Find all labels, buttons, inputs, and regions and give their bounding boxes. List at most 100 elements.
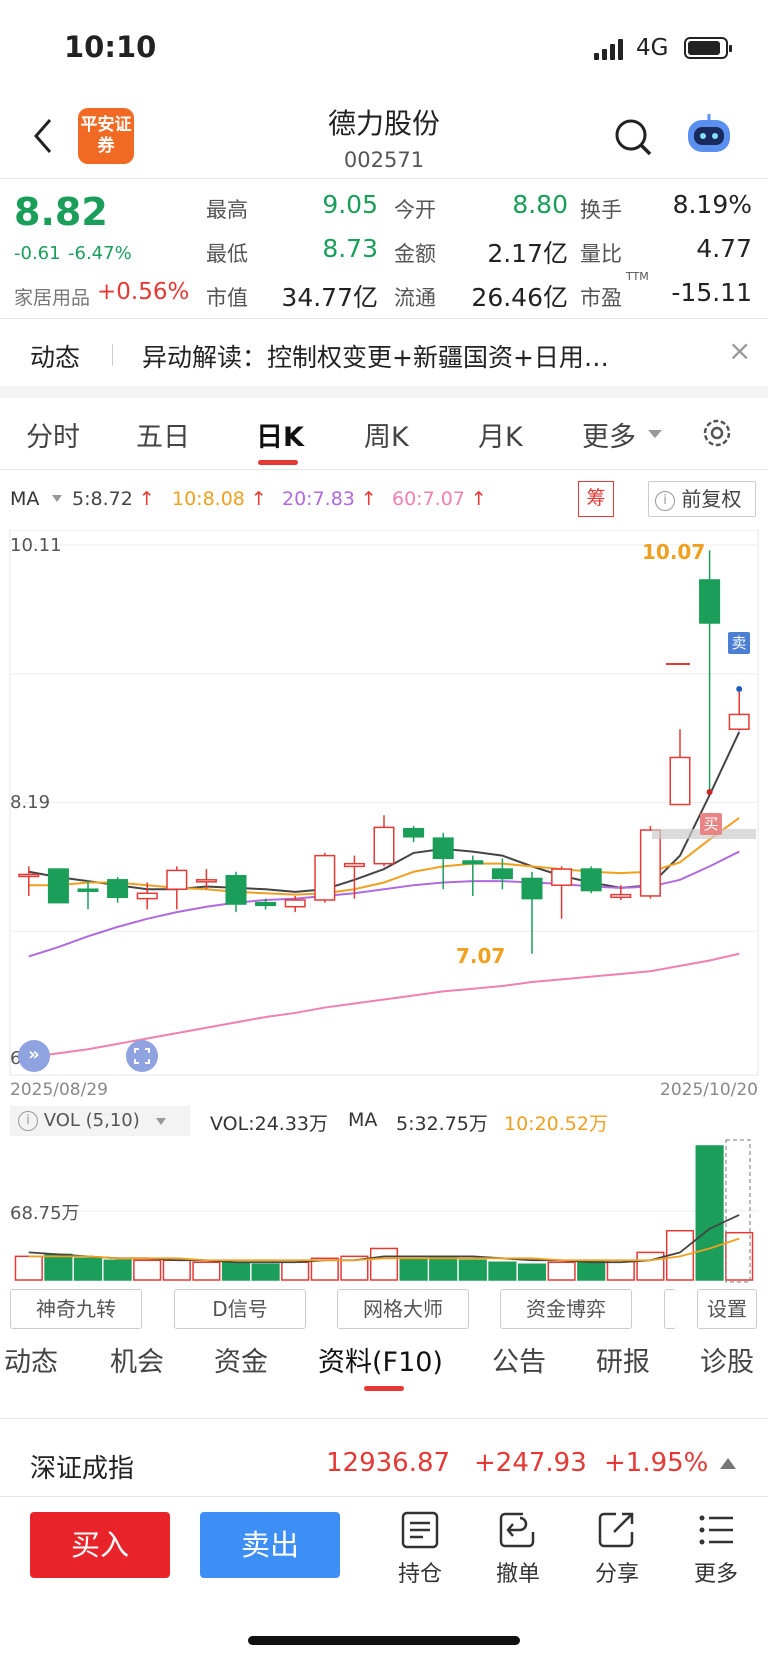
chevron-down-icon (648, 430, 662, 438)
volume-bar (73, 1257, 103, 1281)
ma20-line (28, 850, 740, 958)
trade-dot (706, 789, 713, 795)
value-low: 8.73 (322, 234, 378, 263)
sector-change[interactable]: +0.56% (97, 279, 189, 305)
chip-distribution-button[interactable]: 筹 (578, 481, 614, 517)
ma-dropdown-icon[interactable] (52, 495, 62, 502)
y-axis-mid: 8.19 (10, 792, 51, 813)
price-change-pct: -6.47% (68, 243, 132, 264)
tab-dynamics[interactable]: 动态 (4, 1340, 58, 1379)
bottom-tab-indicator (364, 1386, 404, 1391)
value-float-cap: 26.46亿 (471, 283, 568, 312)
tab-intraday[interactable]: 分时 (26, 415, 80, 454)
robot-assistant-icon[interactable] (684, 112, 734, 160)
ma-label[interactable]: MA (10, 488, 39, 510)
search-icon[interactable] (612, 116, 656, 160)
ma5-line (28, 731, 741, 893)
info-icon: i (18, 1111, 38, 1131)
date-end: 2025/10/20 (660, 1080, 758, 1100)
volume-bar (725, 1231, 754, 1281)
cancel-order-icon (499, 1512, 535, 1548)
volume-bar (636, 1251, 665, 1281)
news-text[interactable]: 异动解读：控制权变更+新疆国资+日用… (142, 338, 682, 374)
tab-funds[interactable]: 资金 (214, 1340, 268, 1379)
price-change: -0.61 (14, 243, 61, 264)
label-market-cap: 市值 (206, 286, 248, 310)
tools-settings-button[interactable]: 设置 (697, 1289, 757, 1329)
tab-weekly-k[interactable]: 周K (364, 415, 409, 454)
more-icon (699, 1515, 733, 1545)
share-icon (598, 1512, 634, 1548)
gear-icon[interactable] (698, 414, 736, 452)
volume-bar (517, 1263, 547, 1281)
news-close-icon[interactable]: × (728, 334, 751, 367)
tab-monthly-k[interactable]: 月K (478, 415, 523, 454)
value-open: 8.80 (512, 190, 568, 219)
tab-profile-f10[interactable]: 资料(F10) (318, 1340, 443, 1379)
info-icon: i (655, 490, 675, 511)
expand-chart-icon[interactable]: » (18, 1040, 50, 1072)
label-pe: 市盈 (580, 286, 622, 310)
tool-nine-turn[interactable]: 神奇九转 (10, 1289, 142, 1329)
share-button[interactable]: 分享 (587, 1510, 647, 1588)
candle-body (47, 868, 69, 904)
volume-bar (399, 1257, 428, 1281)
tool-hidden[interactable] (664, 1289, 676, 1329)
expand-up-icon[interactable] (720, 1458, 736, 1469)
kline-chart[interactable] (0, 530, 768, 1100)
low-price-label: 7.07 (456, 944, 506, 968)
volume-value: VOL:24.33万 (210, 1113, 328, 1135)
tab-more[interactable]: 更多 (582, 415, 636, 454)
tab-five-day[interactable]: 五日 (136, 415, 190, 454)
label-float-cap: 流通 (394, 286, 436, 310)
volume-ma-label: MA (348, 1109, 378, 1131)
ma5-value: 5:8.72 ↑ (72, 488, 155, 510)
tool-grid-master[interactable]: 网格大师 (337, 1289, 469, 1329)
battery-icon (684, 37, 732, 59)
sector-name[interactable]: 家居用品 (14, 283, 90, 310)
high-price-label: 10.07 (642, 540, 706, 564)
more-label: 更多 (693, 1562, 738, 1587)
label-volume-ratio: 量比 (580, 242, 622, 266)
volume-header[interactable]: i VOL (5,10) (10, 1106, 190, 1136)
volume-bar (369, 1247, 399, 1281)
volume-indicator-name: VOL (5,10) (43, 1110, 140, 1131)
news-label[interactable]: 动态 (30, 338, 80, 374)
tool-fund-game[interactable]: 资金博弈 (500, 1289, 632, 1329)
tab-opportunity[interactable]: 机会 (110, 1340, 164, 1379)
tab-daily-k[interactable]: 日K (256, 415, 304, 454)
tool-d-signal[interactable]: D信号 (174, 1289, 306, 1329)
candle-body (580, 868, 602, 892)
value-amount: 2.17亿 (487, 239, 568, 268)
cancel-order-button[interactable]: 撤单 (488, 1510, 548, 1588)
tab-diagnosis[interactable]: 诊股 (700, 1340, 754, 1379)
volume-bar (547, 1261, 576, 1281)
tab-announcements[interactable]: 公告 (492, 1340, 546, 1379)
index-change: +247.93 (474, 1448, 587, 1478)
current-price: 8.82 (14, 190, 108, 234)
volume-bar (192, 1261, 221, 1281)
sell-marker[interactable]: 卖 (728, 632, 750, 654)
fullscreen-icon[interactable] (126, 1040, 158, 1072)
network-type: 4G (636, 35, 669, 61)
candle-body (403, 827, 425, 838)
index-name[interactable]: 深证成指 (30, 1448, 134, 1485)
adjust-button[interactable]: i 前复权 (648, 481, 756, 517)
holdings-button[interactable]: 持仓 (390, 1510, 450, 1588)
candle-body (462, 860, 484, 865)
volume-bar (281, 1261, 310, 1281)
sell-button[interactable]: 卖出 (200, 1512, 340, 1578)
pe-ttm-superscript: TTM (626, 270, 649, 283)
buy-marker[interactable]: 买 (700, 813, 722, 835)
volume-chart[interactable] (0, 1138, 768, 1284)
label-turnover: 换手 (580, 198, 622, 222)
more-button[interactable]: 更多 (686, 1510, 746, 1588)
buy-button[interactable]: 买入 (30, 1512, 170, 1578)
y-axis-top: 10.11 (10, 535, 62, 556)
adjust-label: 前复权 (681, 487, 742, 511)
candle-body (284, 899, 306, 908)
value-high: 9.05 (322, 190, 378, 219)
tab-research[interactable]: 研报 (596, 1340, 650, 1379)
candle-body (343, 862, 365, 868)
volume-bar (14, 1255, 43, 1281)
